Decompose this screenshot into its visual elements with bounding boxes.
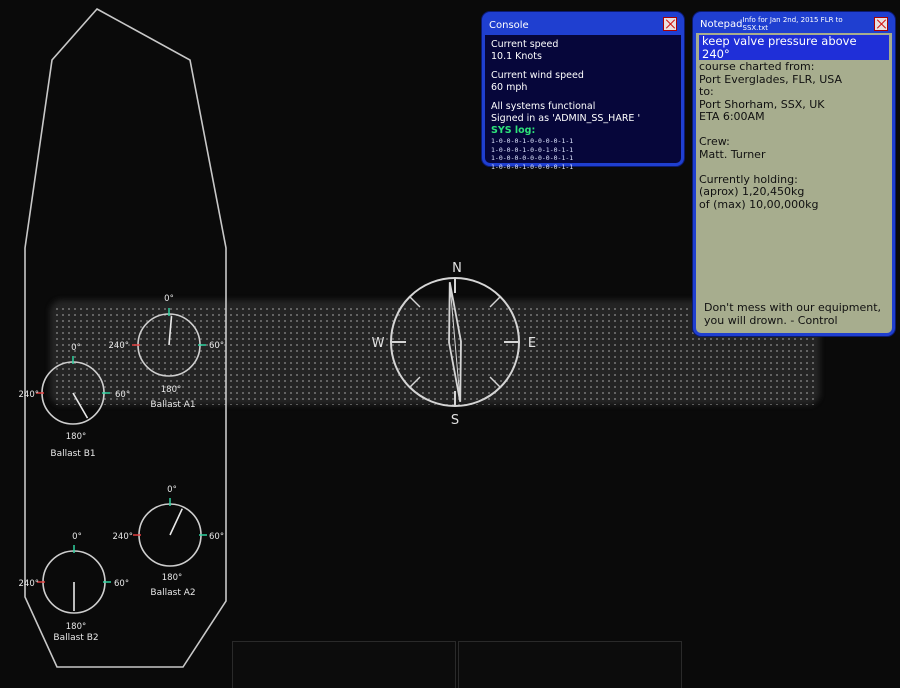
gauge-b1-left-label: 240° <box>19 390 39 400</box>
gauge-a2-top-label: 0° <box>167 485 177 495</box>
notepad-text-area[interactable]: keep valve pressure above 240° course ch… <box>696 33 892 213</box>
toolbar-slot-settings[interactable] <box>458 641 682 688</box>
gauge-b2-right-label: 60° <box>114 579 129 589</box>
compass-north-label: N <box>452 261 462 276</box>
notepad-line: course charted from: <box>699 60 815 73</box>
notepad-window[interactable]: Notepad Info for Jan 2nd, 2015 FLR to SS… <box>693 12 895 336</box>
console-close-button[interactable] <box>663 17 677 31</box>
sys-log-line: 1-0-0-0-0-0-0-0-0-1-1 <box>491 154 574 162</box>
gauge-a1-top-label: 0° <box>164 294 174 304</box>
notepad-line: of (max) 10,00,000kg <box>699 197 819 211</box>
gauge-b2-name: Ballast B2 <box>53 633 98 643</box>
notepad-line: (aprox) 1,20,450kg <box>699 185 805 198</box>
gauge-b2-top-label: 0° <box>72 532 82 542</box>
toolbar-slot-satellite[interactable] <box>232 641 456 688</box>
console-body: Current speed 10.1 Knots Current wind sp… <box>485 35 681 175</box>
compass-south-label: S <box>451 413 459 428</box>
sys-log-line: 1-0-0-0-1-0-0-0-0-1-1 <box>491 137 574 145</box>
notepad-line: Port Everglades, FLR, USA <box>699 72 842 86</box>
notepad-titlebar[interactable]: Notepad Info for Jan 2nd, 2015 FLR to SS… <box>696 15 892 33</box>
notepad-close-button[interactable] <box>874 17 888 31</box>
system-status: All systems functional <box>491 101 596 112</box>
gauge-a1-name: Ballast A1 <box>150 400 195 410</box>
notepad-line: ETA 6:00AM <box>699 110 765 123</box>
signed-in-user: Signed in as 'ADMIN_SS_HARE ' <box>491 113 641 124</box>
notepad-selected-line[interactable]: keep valve pressure above 240° <box>699 35 889 60</box>
gauge-ballast-a2: 0° 60° 240° 180° Ballast A2 <box>113 485 225 598</box>
notepad-line: Matt. Turner <box>699 147 766 161</box>
sys-log-line: 1-0-0-0-1-0-0-1-0-1-1 <box>491 145 574 154</box>
gauge-b2-bottom-label: 180° <box>66 622 86 632</box>
gauge-b1-right-label: 60° <box>115 390 130 400</box>
gauge-b1-bottom-label: 180° <box>66 432 86 442</box>
gauge-b2-left-label: 240° <box>19 579 39 589</box>
gauge-a2-name: Ballast A2 <box>150 588 195 598</box>
sys-log-line: 1-0-0-0-1-0-0-0-0-1-1 <box>491 162 574 171</box>
compass-west-label: W <box>372 336 385 351</box>
gauge-ballast-b2: 0° 60° 240° 180° Ballast B2 <box>19 532 130 643</box>
console-window[interactable]: Console Current speed 10.1 Knots Current… <box>482 12 684 171</box>
notepad-line: Don't mess with our equipment, <box>704 301 882 314</box>
notepad-line: you will drown. - Control <box>704 314 838 327</box>
notepad-signoff: Don't mess with our equipment, you will … <box>704 301 881 327</box>
sys-log-label: SYS log: <box>491 125 536 136</box>
speed-value: 10.1 Knots <box>491 51 542 62</box>
wind-label: Current wind speed <box>491 70 584 81</box>
gauge-a2-left-label: 240° <box>113 532 133 542</box>
ship-control-screen: N S W E 0° 60° 240° 180° Ballast A1 0° 6… <box>0 0 900 688</box>
gauge-b1-name: Ballast B1 <box>50 449 95 459</box>
gauge-b1-top-label: 0° <box>71 343 81 353</box>
notepad-line: Crew: <box>699 135 730 148</box>
console-title: Console <box>489 19 529 31</box>
compass-east-label: E <box>528 336 536 351</box>
speed-label: Current speed <box>491 39 559 50</box>
notepad-line: to: <box>699 85 714 98</box>
wind-value: 60 mph <box>491 82 528 93</box>
notepad-filename: Info for Jan 2nd, 2015 FLR to SSX.txt <box>742 16 843 32</box>
gauge-a2-right-label: 60° <box>209 532 224 542</box>
gauge-a1-bottom-label: 180° <box>161 385 181 395</box>
gauge-a2-bottom-label: 180° <box>162 573 182 583</box>
notepad-title: Notepad <box>700 18 743 30</box>
console-titlebar[interactable]: Console <box>485 15 681 35</box>
gauge-a1-right-label: 60° <box>209 341 224 351</box>
gauge-a1-left-label: 240° <box>109 341 129 351</box>
